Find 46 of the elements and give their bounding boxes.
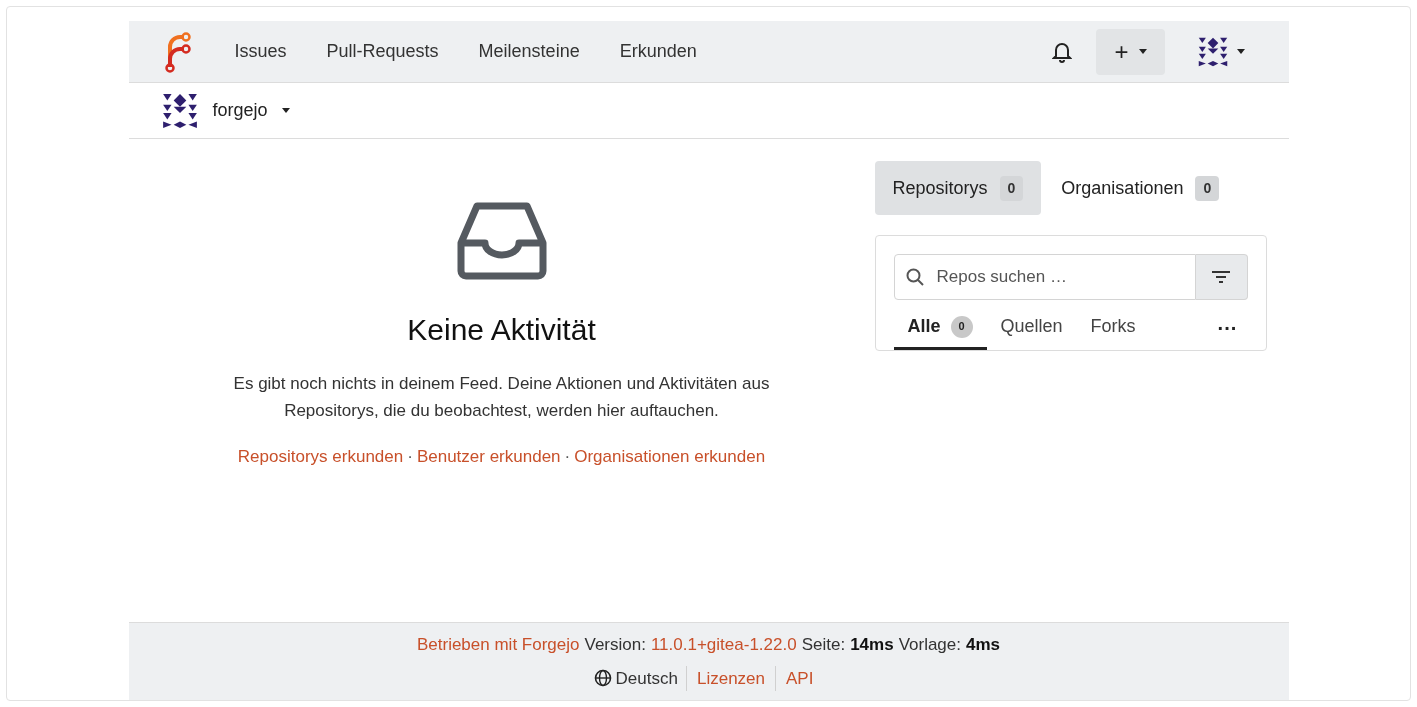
caret-icon <box>281 108 290 113</box>
count-badge: 0 <box>1195 175 1220 201</box>
explore-link[interactable]: Repositorys erkunden <box>237 444 404 470</box>
empty-title: Keine Aktivität <box>407 312 596 348</box>
avatar-icon <box>1196 35 1229 68</box>
filter-tab[interactable]: Forks <box>1076 306 1150 350</box>
nav-link[interactable]: Meilensteine <box>458 38 600 65</box>
filter-button[interactable] <box>1195 254 1248 300</box>
footer-link[interactable]: Lizenzen <box>686 665 776 691</box>
search-field[interactable]: Repos suchen … <box>893 254 1196 300</box>
empty-message: Es gibt noch nichts in deinem Feed. Deine Aktionen und Aktivitäten aus Repositorys, die du beobachtest, werden hier auftauchen. <box>232 373 771 422</box>
powered-by-link[interactable]: Betrieben mit Forgejo <box>416 632 580 658</box>
bell-icon[interactable] <box>1052 40 1073 63</box>
page-time: 14ms <box>850 634 894 656</box>
filter-tab[interactable]: Quellen <box>986 306 1077 350</box>
template-time-label: Vorlage: <box>898 634 961 656</box>
count-badge: 0 <box>950 315 973 338</box>
filter-icon <box>1211 270 1231 284</box>
count-badge: 0 <box>999 175 1024 201</box>
nav-link[interactable]: Issues <box>214 38 307 65</box>
version-label: Version: <box>584 634 646 656</box>
side-tab[interactable]: Organisationen 0 <box>1043 161 1238 215</box>
caret-icon <box>1236 49 1245 54</box>
footer-link[interactable]: API <box>776 665 824 691</box>
context-name: forgejo <box>212 99 268 122</box>
caret-icon <box>1138 49 1147 54</box>
search-icon <box>905 268 924 286</box>
context-switcher[interactable]: forgejo <box>160 91 290 130</box>
version-link[interactable]: 11.0.1+gitea-1.22.0 <box>650 632 797 658</box>
inbox-icon <box>456 201 547 281</box>
avatar-icon <box>160 91 199 130</box>
separator: · <box>406 446 414 468</box>
forgejo-logo[interactable] <box>162 30 191 73</box>
create-menu-button[interactable]: + <box>1096 28 1165 75</box>
globe-icon <box>593 669 612 688</box>
nav-link[interactable]: Pull-Requests <box>306 38 459 65</box>
explore-link[interactable]: Benutzer erkunden <box>416 444 561 470</box>
language-menu[interactable]: Deutsch <box>593 665 687 691</box>
filter-tab[interactable]: Alle 0 <box>893 306 987 350</box>
separator: · <box>563 446 572 468</box>
page-time-label: Seite: <box>801 634 846 656</box>
template-time: 4ms <box>966 634 1001 656</box>
nav-link[interactable]: Erkunden <box>599 38 717 65</box>
more-button[interactable]: ··· <box>1217 313 1238 343</box>
side-tab[interactable]: Repositorys 0 <box>874 161 1042 215</box>
explore-link[interactable]: Organisationen erkunden <box>574 444 766 470</box>
